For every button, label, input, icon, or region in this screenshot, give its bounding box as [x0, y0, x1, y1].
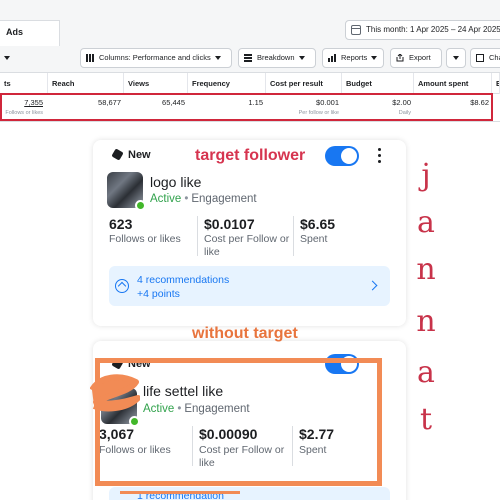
- ad-card-logo-like[interactable]: New logo like Active • Engagement 623 Foll…: [93, 140, 406, 326]
- column-header-results[interactable]: ts: [0, 73, 48, 95]
- chart-icon: [476, 54, 484, 62]
- columns-button[interactable]: Columns: Performance and clicks: [80, 48, 232, 68]
- chart-button[interactable]: Cha: [470, 48, 500, 68]
- column-header-extra[interactable]: E: [492, 73, 500, 95]
- recommendations-banner[interactable]: 4 recommendations +4 points: [109, 266, 390, 306]
- chevron-down-icon: [371, 56, 378, 61]
- chevron-down-icon: [214, 56, 221, 61]
- reports-label: Reports: [341, 53, 368, 62]
- export-dropdown-button[interactable]: [446, 48, 466, 68]
- column-header-reach[interactable]: Reach: [48, 73, 124, 95]
- arrow-up-circle-icon: [115, 279, 129, 293]
- column-header-budget[interactable]: Budget: [342, 73, 414, 95]
- chevron-right-icon: [367, 280, 378, 291]
- export-icon: [396, 54, 404, 62]
- metric-cost-value: $0.0107: [204, 216, 255, 232]
- chevron-down-icon: [453, 56, 459, 61]
- breakdown-icon: [244, 54, 252, 62]
- column-header-amount-spent[interactable]: Amount spent: [414, 73, 492, 95]
- ad-title[interactable]: logo like: [150, 174, 201, 190]
- date-range-picker[interactable]: This month: 1 Apr 2025 – 24 Apr 2025: [345, 20, 500, 40]
- calendar-icon: [351, 25, 361, 35]
- metric-spent-value: $6.65: [300, 216, 336, 232]
- breakdown-label: Breakdown: [257, 53, 295, 62]
- reports-icon: [328, 54, 336, 62]
- table-header: ts Reach Views Frequency Cost per result…: [0, 72, 500, 95]
- annotation-letter: j: [421, 158, 431, 193]
- column-header-views[interactable]: Views: [124, 73, 188, 95]
- breakdown-button[interactable]: Breakdown: [238, 48, 316, 68]
- recommendations-points: +4 points: [137, 288, 180, 300]
- annotation-letter: a: [417, 205, 435, 240]
- toolbar: Columns: Performance and clicks Breakdow…: [0, 48, 500, 70]
- chart-label: Cha: [489, 53, 500, 62]
- new-badge-label: New: [128, 149, 151, 161]
- more-options-icon[interactable]: [378, 148, 382, 164]
- hexagon-icon: [111, 148, 124, 161]
- annotation-target-follower: target follower: [195, 147, 306, 164]
- annotation-underline: [120, 491, 240, 494]
- ad-status: Active • Engagement: [150, 193, 257, 205]
- columns-label: Columns: Performance and clicks: [99, 53, 211, 62]
- active-status-dot: [135, 200, 146, 211]
- recommendations-count: 4 recommendations: [137, 274, 230, 286]
- date-range-label: This month: 1 Apr 2025 – 24 Apr 2025: [366, 25, 500, 34]
- annotation-letter: n: [416, 304, 436, 339]
- column-header-cost-per-result[interactable]: Cost per result: [266, 73, 342, 95]
- divider: [197, 216, 198, 256]
- export-label: Export: [409, 53, 431, 62]
- ad-toggle[interactable]: [325, 146, 359, 166]
- annotation-letter: t: [419, 402, 433, 437]
- columns-icon: [86, 54, 94, 62]
- tab-ads-label: Ads: [6, 27, 24, 37]
- divider: [293, 216, 294, 256]
- status-objective: Engagement: [191, 193, 257, 205]
- annotation-letter: a: [417, 355, 435, 390]
- export-button[interactable]: Export: [390, 48, 442, 68]
- metric-cost-label: Cost per Follow or like: [204, 233, 290, 258]
- reports-button[interactable]: Reports: [322, 48, 384, 68]
- tab-ads[interactable]: Ads: [0, 20, 60, 46]
- metric-results-label: Follows or likes: [109, 233, 181, 245]
- chevron-down-icon: [298, 56, 305, 61]
- status-active: Active: [150, 193, 182, 205]
- new-badge: New: [111, 148, 151, 161]
- ad-thumbnail: [107, 172, 146, 211]
- annotation-without-target: without target: [192, 325, 298, 342]
- highlight-box: [0, 93, 493, 121]
- annotation-letter: n: [416, 252, 436, 287]
- redaction-scribble: [90, 374, 140, 412]
- column-header-frequency[interactable]: Frequency: [188, 73, 266, 95]
- metric-spent-label: Spent: [300, 233, 328, 245]
- metric-results-value: 623: [109, 216, 133, 232]
